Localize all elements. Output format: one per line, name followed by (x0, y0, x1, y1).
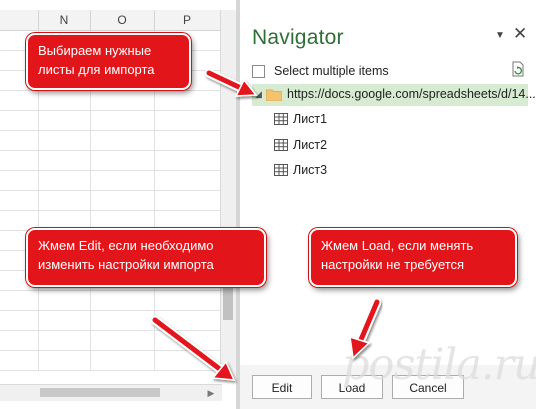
arrow-to-source (204, 68, 258, 97)
callout-load-hint: Жмем Load, если менять настройки не треб… (309, 228, 517, 287)
arrow-to-edit (150, 315, 236, 381)
callout-select-sheets: Выбираем нужные листы для импорта (26, 33, 191, 90)
callout-edit-hint: Жмем Edit, если необходимо изменить наст… (26, 228, 266, 287)
arrow-to-load (349, 297, 382, 360)
